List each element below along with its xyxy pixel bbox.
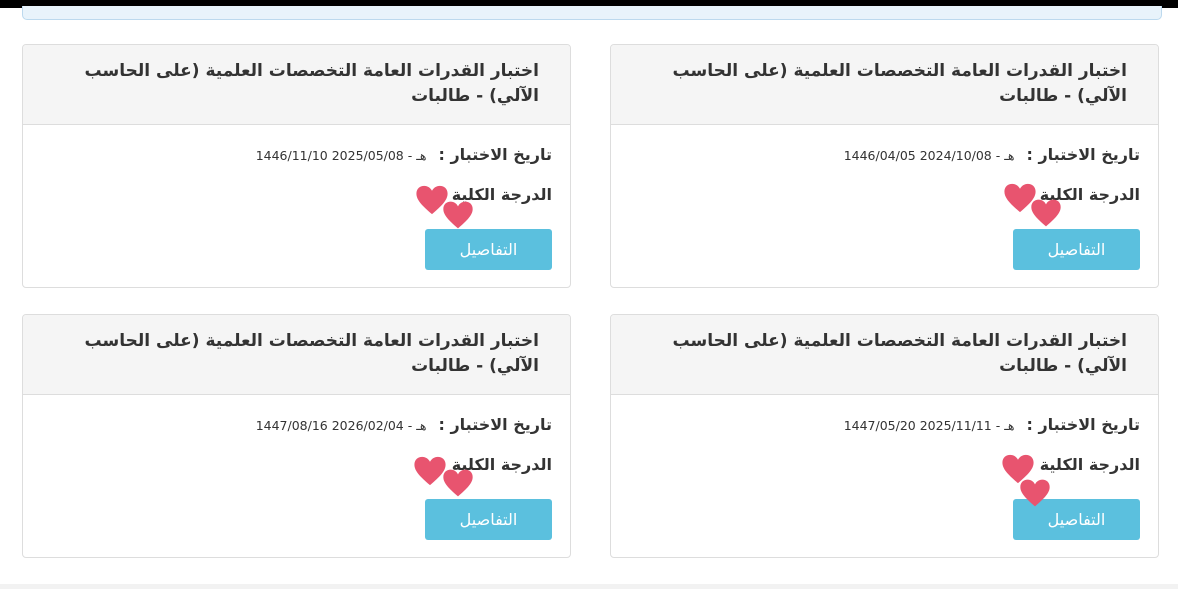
exam-card-body: تاريخ الاختبار : 1447/05/20 هـ - 2025/11… [611, 395, 1158, 557]
exam-date-label: تاريخ الاختبار : [1026, 415, 1140, 434]
exam-date-value: 1447/05/20 هـ - 2025/11/11 [843, 418, 1015, 433]
exam-card-title: اختبار القدرات العامة التخصصات العلمية (… [611, 315, 1158, 395]
exam-card-title: اختبار القدرات العامة التخصصات العلمية (… [611, 45, 1158, 125]
total-score-label: الدرجة الكلية [1039, 455, 1140, 474]
heart-sticker-icon [1020, 479, 1050, 507]
exam-card-body: تاريخ الاختبار : 1446/11/10 هـ - 2025/05… [23, 125, 570, 287]
exam-date-row: تاريخ الاختبار : 1446/04/05 هـ - 2024/10… [844, 145, 1140, 164]
exam-card-title: اختبار القدرات العامة التخصصات العلمية (… [23, 45, 570, 125]
exam-date-row: تاريخ الاختبار : 1447/08/16 هـ - 2026/02… [256, 415, 552, 434]
exam-card: اختبار القدرات العامة التخصصات العلمية (… [610, 314, 1159, 558]
exam-date-label: تاريخ الاختبار : [1026, 145, 1140, 164]
exam-date-label: تاريخ الاختبار : [438, 145, 552, 164]
exam-date-value: 1446/04/05 هـ - 2024/10/08 [843, 148, 1015, 163]
info-alert-bar [22, 6, 1162, 20]
exam-date-value: 1447/08/16 هـ - 2026/02/04 [255, 418, 427, 433]
exam-date-value: 1446/11/10 هـ - 2025/05/08 [255, 148, 427, 163]
exam-date-label: تاريخ الاختبار : [438, 415, 552, 434]
exam-card-body: تاريخ الاختبار : 1447/08/16 هـ - 2026/02… [23, 395, 570, 557]
exam-card: اختبار القدرات العامة التخصصات العلمية (… [22, 44, 571, 288]
details-button[interactable]: التفاصيل [1013, 229, 1140, 270]
exam-card-title: اختبار القدرات العامة التخصصات العلمية (… [23, 315, 570, 395]
exam-date-row: تاريخ الاختبار : 1447/05/20 هـ - 2025/11… [844, 415, 1140, 434]
footer-strip [0, 584, 1178, 589]
heart-sticker-icon [1031, 199, 1061, 227]
exam-card: اختبار القدرات العامة التخصصات العلمية (… [22, 314, 571, 558]
total-score-row: الدرجة الكلية 8 [1024, 455, 1140, 474]
details-button[interactable]: التفاصيل [425, 229, 552, 270]
details-button[interactable]: التفاصيل [425, 499, 552, 540]
exam-card: اختبار القدرات العامة التخصصات العلمية (… [610, 44, 1159, 288]
exam-date-row: تاريخ الاختبار : 1446/11/10 هـ - 2025/05… [256, 145, 552, 164]
exam-card-body: تاريخ الاختبار : 1446/04/05 هـ - 2024/10… [611, 125, 1158, 287]
heart-sticker-icon [443, 201, 473, 229]
heart-sticker-icon [443, 469, 473, 497]
